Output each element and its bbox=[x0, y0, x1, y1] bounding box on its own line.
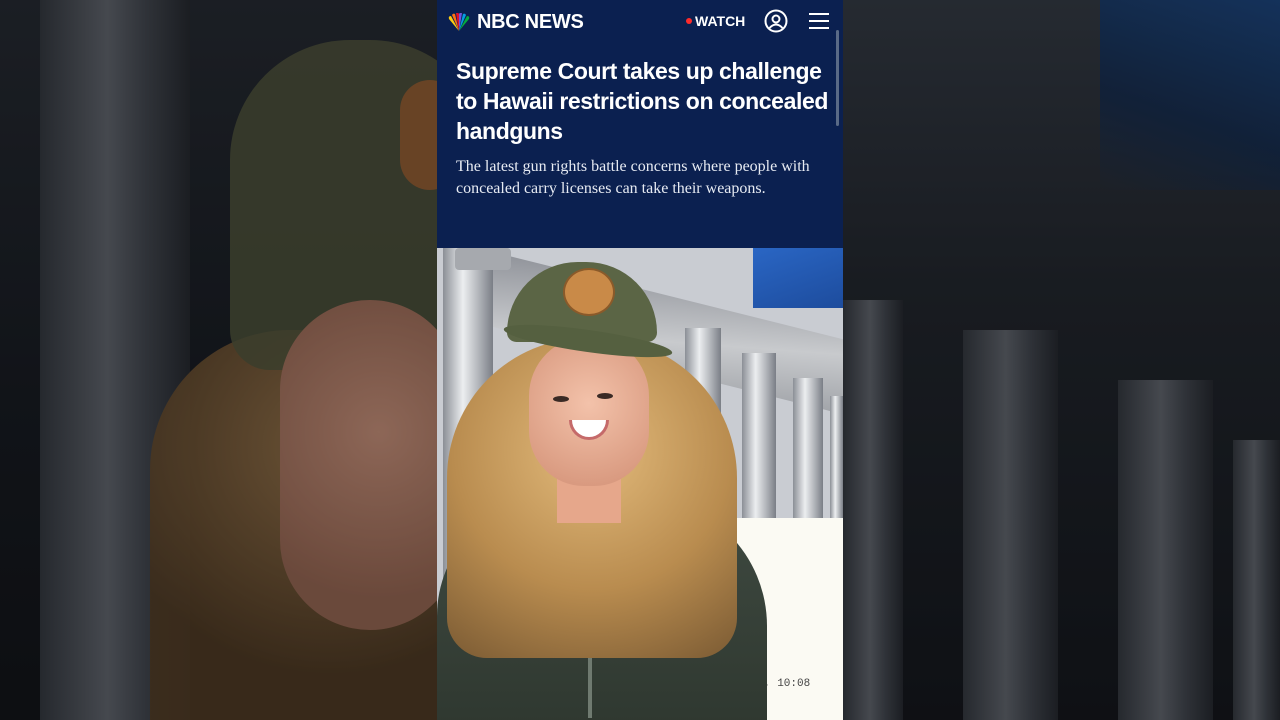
court-column bbox=[793, 378, 823, 518]
video-timestamp: , 10:08 bbox=[764, 678, 811, 690]
court-column bbox=[742, 353, 776, 518]
blurred-background-right bbox=[843, 0, 1280, 720]
column-capital bbox=[455, 248, 511, 270]
hamburger-menu-icon[interactable] bbox=[809, 12, 829, 30]
peacock-icon bbox=[448, 12, 470, 31]
background-shade bbox=[0, 0, 437, 720]
account-circle-icon[interactable] bbox=[764, 9, 788, 33]
presenter-face bbox=[529, 336, 649, 486]
phone-screen: NBC NEWS WATCH Supreme Court takes up ch… bbox=[437, 0, 843, 720]
nbc-news-logo[interactable]: NBC NEWS bbox=[446, 11, 584, 34]
site-header: NBC NEWS WATCH bbox=[437, 0, 843, 44]
article-dek: The latest gun rights battle concerns wh… bbox=[456, 158, 810, 197]
cap-patch-icon bbox=[563, 268, 615, 316]
background-shade bbox=[843, 0, 1280, 720]
watch-label: WATCH bbox=[695, 13, 746, 29]
presenter-eye bbox=[553, 396, 569, 402]
court-column bbox=[830, 396, 843, 518]
article-headline: Supreme Court takes up challenge to Hawa… bbox=[456, 58, 828, 144]
live-dot-icon bbox=[686, 18, 692, 24]
hero-image: , 10:08 bbox=[437, 248, 843, 720]
scrollbar[interactable] bbox=[836, 30, 839, 126]
blurred-background-left bbox=[0, 0, 437, 720]
watch-button[interactable]: WATCH bbox=[686, 13, 745, 29]
sky bbox=[753, 248, 843, 308]
presenter-eye bbox=[597, 393, 613, 399]
brand-name: NBC NEWS bbox=[477, 11, 584, 33]
